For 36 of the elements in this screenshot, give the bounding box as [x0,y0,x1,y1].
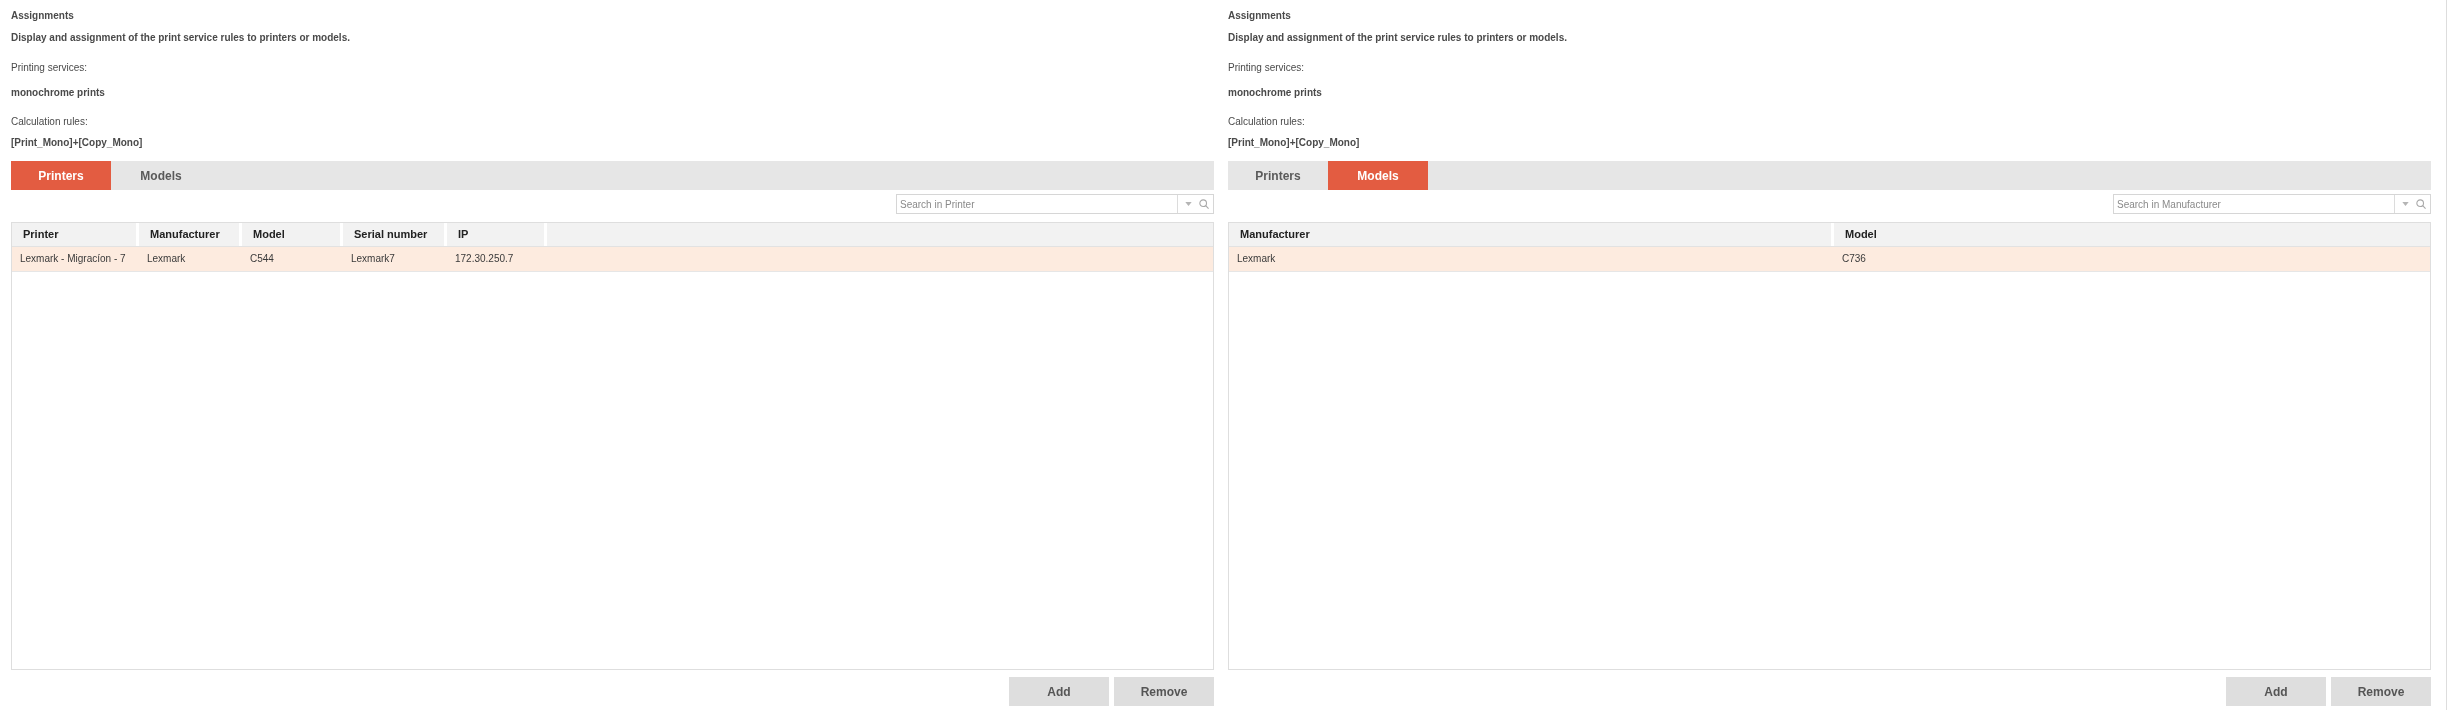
field-value: [Print_Mono]+[Copy_Mono] [1228,136,1361,150]
table-cell-text: Lexmark [1236,252,1277,266]
caret-icon[interactable] [1185,202,1192,206]
section-title: Assignments [11,9,75,23]
tab[interactable]: Printers [1228,161,1328,190]
field-label: Printing services: [11,61,89,75]
field-label: Printing services: [1228,61,1306,75]
field-value: monochrome prints [1228,86,1323,100]
tab[interactable]: Models [111,161,211,190]
action-button[interactable]: Remove [2331,677,2431,706]
search-field[interactable]: Search in Manufacturer [2113,194,2431,214]
action-button[interactable]: Remove [1114,677,1214,706]
caret-icon[interactable] [2402,202,2409,206]
search-field[interactable]: Search in Printer [896,194,1214,214]
section-description: Display and assignment of the print service rules to printers or models. [11,31,351,45]
section-description: Display and assignment of the print service rules to printers or models. [1228,31,1568,45]
table-cell-text: Lexmark7 [350,252,396,266]
tab[interactable]: Printers [11,161,111,190]
column-header[interactable]: Model [1834,223,2430,246]
field-label: Calculation rules: [1228,115,1306,129]
action-button[interactable]: Add [1009,677,1109,706]
table-cell-text: Lexmark [146,252,187,266]
table-cell-text: C736 [1841,252,1867,266]
field-label: Calculation rules: [11,115,89,129]
action-button[interactable]: Add [2226,677,2326,706]
table-cell-text: Lexmark - Migracíon - 7 [19,252,127,266]
section-title: Assignments [1228,9,1292,23]
search-icon[interactable] [2416,199,2426,209]
table-row[interactable]: Lexmark - Migracíon - 7 Lexmark C544 Lexmark7 172.30.250.7 [12,247,1213,272]
table-cell-text: 172.30.250.7 [454,252,515,266]
search-icon[interactable] [1199,199,1209,209]
tab[interactable]: Models [1328,161,1428,190]
table-cell-text: C544 [249,252,275,266]
field-value: monochrome prints [11,86,106,100]
field-value: [Print_Mono]+[Copy_Mono] [11,136,144,150]
table-row[interactable]: Lexmark C736 [1229,247,2430,272]
